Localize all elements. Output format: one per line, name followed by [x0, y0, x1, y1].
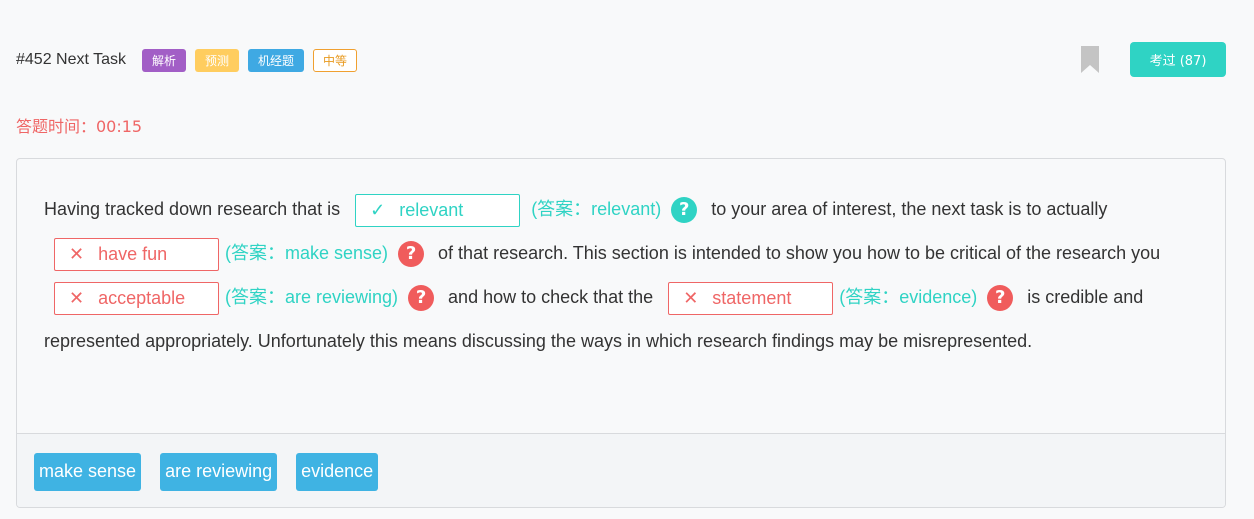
passage-segment: to your area of interest, the next task … [711, 199, 1108, 219]
option-are-reviewing[interactable]: are reviewing [160, 452, 278, 491]
question-circle-icon[interactable]: ? [671, 197, 698, 224]
blank-1-value: relevant [399, 200, 464, 221]
tag-exam-question[interactable]: 机经题 [248, 48, 304, 72]
check-icon: ✓ [370, 200, 386, 221]
question-circle-icon[interactable]: ? [408, 285, 435, 312]
question-circle-icon[interactable]: ? [987, 285, 1014, 312]
option-evidence[interactable]: evidence [296, 452, 379, 491]
question-card: Having tracked down research that is ✓ re… [16, 158, 1226, 508]
blank-1-input[interactable]: ✓ relevant [355, 193, 521, 227]
blank-3-answer: (答案：are reviewing) [225, 287, 399, 307]
task-header: #452 Next Task 解析 预测 机经题 中等 [16, 46, 366, 74]
tag-analysis[interactable]: 解析 [142, 48, 186, 72]
blank-3-value: acceptable [98, 288, 186, 309]
passage-segment: Having tracked down research that is [44, 199, 341, 219]
cross-icon: ✕ [69, 288, 85, 309]
bookmark-icon[interactable] [1081, 46, 1099, 73]
question-circle-icon[interactable]: ? [398, 241, 425, 268]
pass-count-button[interactable]: 考过 (87) [1130, 42, 1226, 77]
passage-text: Having tracked down research that is ✓ re… [44, 187, 1204, 363]
blank-4-answer: (答案：evidence) [839, 287, 978, 307]
passage-segment: and how to check that the [448, 287, 654, 307]
options-bar: make sense are reviewing evidence [17, 433, 1225, 507]
blank-4-value: statement [712, 288, 792, 309]
cross-icon: ✕ [683, 288, 699, 309]
passage-segment: of that research. This section is intend… [438, 243, 1161, 263]
blank-2-answer: (答案：make sense) [225, 243, 389, 263]
blank-1-answer: (答案：relevant) [531, 199, 662, 219]
tag-difficulty: 中等 [313, 48, 357, 72]
task-title: #452 Next Task [16, 51, 126, 68]
blank-3-input[interactable]: ✕ acceptable [54, 281, 219, 315]
blank-2-input[interactable]: ✕ have fun [54, 237, 219, 271]
option-make-sense[interactable]: make sense [34, 452, 142, 491]
tag-prediction[interactable]: 预测 [195, 48, 239, 72]
blank-2-value: have fun [98, 244, 168, 265]
answer-timer: 答题时间：00:15 [16, 117, 143, 136]
blank-4-input[interactable]: ✕ statement [668, 281, 834, 315]
cross-icon: ✕ [69, 244, 85, 265]
